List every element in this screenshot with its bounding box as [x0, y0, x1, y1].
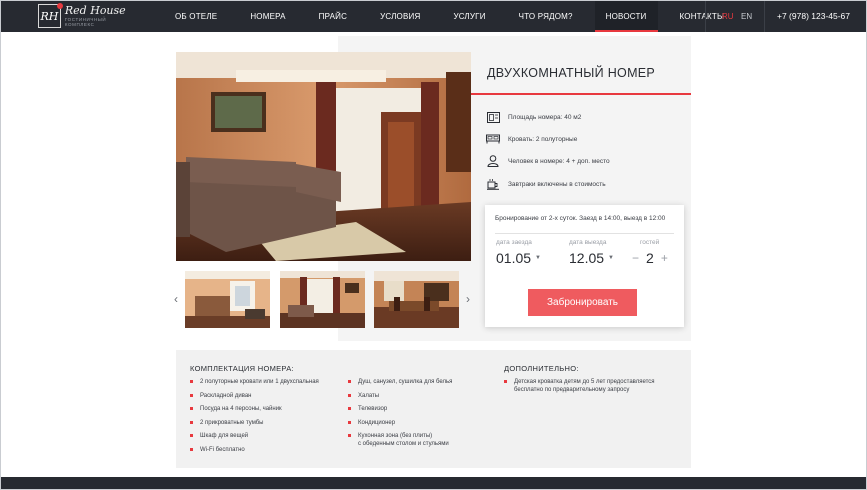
lang-en[interactable]: EN [741, 0, 752, 32]
gallery-thumb[interactable] [374, 271, 459, 328]
header-divider [705, 0, 706, 32]
area-icon [486, 110, 500, 124]
amenity-item-continued: с обеденным столом и стульями [358, 441, 449, 447]
nav-item-news[interactable]: НОВОСТИ [594, 0, 658, 32]
amenity-item: 2 полуторные кровати или 1 двухспальная [190, 378, 319, 386]
header-divider [764, 0, 765, 32]
booking-divider [495, 233, 674, 234]
feature-guests-text: Человек в номере: 4 + доп. место [508, 157, 610, 165]
amenity-item: Телевизор [348, 405, 387, 413]
amenities-title: КОМПЛЕКТАЦИЯ НОМЕРА: [190, 364, 294, 373]
guests-label: гостей [640, 239, 660, 246]
feature-guests: Человек в номере: 4 + доп. место [486, 154, 610, 168]
gallery-next-arrow[interactable]: › [466, 292, 470, 306]
amenity-item: Кондиционер [348, 419, 395, 427]
logo-mark: RH [38, 3, 63, 28]
feature-bed: Кровать: 2 полуторные [486, 132, 577, 146]
nav-item-price[interactable]: ПРАЙС [308, 0, 358, 32]
amenity-item: Душ, санузел, сушилка для белья [348, 378, 452, 386]
amenity-item: Раскладной диван [190, 392, 251, 400]
logo-subtitle: ГОСТИНИЧНЫЙ КОМПЛЕКС [64, 17, 107, 27]
feature-breakfast-text: Завтраки включены в стоимость [508, 180, 606, 188]
checkout-label: дата выезда [569, 239, 607, 246]
checkin-label: дата заезда [496, 239, 532, 246]
guests-value: 2 [646, 250, 654, 266]
amenities-panel: КОМПЛЕКТАЦИЯ НОМЕРА: 2 полуторные кроват… [176, 350, 691, 468]
nav-item-about[interactable]: ОБ ОТЕЛЕ [164, 0, 228, 32]
amenity-item: 2 прикроватные тумбы [190, 419, 264, 427]
logo[interactable]: RH Red House ГОСТИНИЧНЫЙ КОМПЛЕКС [38, 3, 134, 29]
site-header: RH Red House ГОСТИНИЧНЫЙ КОМПЛЕКС ОБ ОТЕ… [0, 0, 867, 32]
thumb-image [185, 271, 270, 328]
feature-area-text: Площадь номера: 40 м2 [508, 113, 582, 121]
logo-title: Red House [64, 4, 126, 17]
room-main-photo [176, 52, 471, 261]
bed-icon [486, 132, 500, 146]
title-underline [471, 93, 691, 95]
room-title: ДВУХКОМНАТНЫЙ НОМЕР [487, 66, 656, 80]
thumb-image [280, 271, 365, 328]
checkout-date-select[interactable]: 12.05 ▼ [569, 250, 614, 266]
room-photo-image [176, 52, 471, 261]
nav-item-services[interactable]: УСЛУГИ [442, 0, 496, 32]
gallery-thumb[interactable] [185, 271, 270, 328]
person-icon [486, 154, 500, 168]
logo-text: Red House ГОСТИНИЧНЫЙ КОМПЛЕКС [65, 5, 134, 27]
amenity-item: Халаты [348, 392, 379, 400]
booking-note: Бронирование от 2-х суток. Заезд в 14:00… [495, 215, 666, 222]
amenity-item: Посуда на 4 персоны, чайник [190, 405, 282, 413]
extra-title: ДОПОЛНИТЕЛЬНО: [504, 364, 579, 373]
phone-link[interactable]: +7 (978) 123-45-67 [777, 0, 850, 32]
extra-item-continued: бесплатно по предварительному запросу [514, 387, 630, 393]
feature-area: Площадь номера: 40 м2 [486, 110, 581, 124]
amenity-item: Кухонная зона (без плиты) [348, 432, 432, 440]
amenity-item: Шкаф для вещей [190, 432, 248, 440]
nav-item-rooms[interactable]: НОМЕРА [239, 0, 296, 32]
checkin-date-select[interactable]: 01.05 ▼ [496, 250, 541, 266]
gallery-thumb[interactable] [280, 271, 365, 328]
feature-bed-text: Кровать: 2 полуторные [508, 135, 578, 143]
booking-card: Бронирование от 2-х суток. Заезд в 14:00… [485, 205, 684, 327]
gallery-prev-arrow[interactable]: ‹ [174, 292, 178, 306]
guests-increment-button[interactable]: + [661, 251, 668, 265]
amenity-item: Wi-Fi бесплатно [190, 446, 245, 454]
caret-down-icon: ▼ [535, 255, 541, 261]
nav-item-nearby[interactable]: ЧТО РЯДОМ? [508, 0, 584, 32]
caret-down-icon: ▼ [608, 255, 614, 261]
footer-strip [0, 477, 867, 490]
checkin-value: 01.05 [496, 250, 532, 266]
nav-item-terms[interactable]: УСЛОВИЯ [369, 0, 431, 32]
guests-stepper: − 2 + [632, 250, 668, 266]
feature-breakfast: Завтраки включены в стоимость [486, 177, 606, 191]
breakfast-icon [486, 177, 500, 191]
main-nav: ОБ ОТЕЛЕ НОМЕРА ПРАЙС УСЛОВИЯ УСЛУГИ ЧТО… [164, 0, 735, 32]
book-button[interactable]: Забронировать [528, 289, 637, 316]
guests-decrement-button[interactable]: − [632, 251, 639, 265]
lang-ru[interactable]: RU [722, 0, 734, 32]
extra-item: Детская кроватка детям до 5 лет предоста… [504, 378, 655, 386]
thumb-image [374, 271, 459, 328]
checkout-value: 12.05 [569, 250, 605, 266]
